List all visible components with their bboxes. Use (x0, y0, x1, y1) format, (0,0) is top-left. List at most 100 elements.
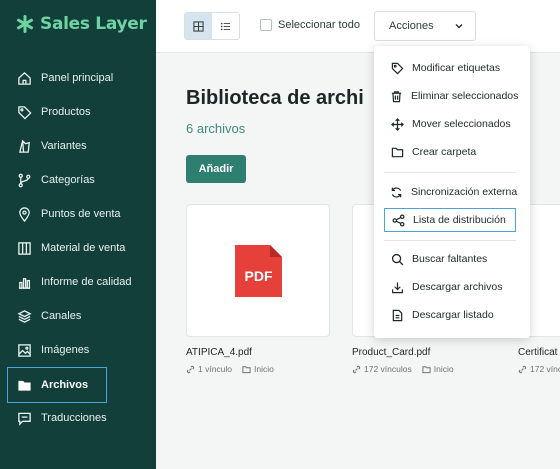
sidebar-item-puntos-de-venta[interactable]: Puntos de venta (8, 197, 121, 231)
sidebar-item-label: Canales (41, 310, 82, 322)
sidebar-item-label: Archivos (41, 379, 89, 391)
columns-icon (16, 240, 33, 257)
asterisk-logo-icon (17, 15, 33, 33)
sidebar-item-panel-principal[interactable]: Panel principal (8, 61, 113, 95)
sidebar-item-label: Material de venta (41, 242, 126, 254)
sidebar-item-informe-de-calidad[interactable]: Informe de calidad (8, 265, 132, 299)
download-icon (390, 280, 404, 294)
menu-item-descargar-archivos[interactable]: Descargar archivos (384, 275, 516, 299)
menu-item-mover-seleccionados[interactable]: Mover seleccionados (384, 112, 516, 136)
file-count: 6 archivos (186, 121, 246, 136)
menu-item-label: Mover seleccionados (412, 118, 511, 130)
menu-item-descargar-listado[interactable]: Descargar listado (384, 303, 516, 327)
move-icon (390, 117, 404, 131)
links-count: 172 vínculos (364, 364, 412, 374)
file-meta: 172 vínculos Inicio (352, 364, 454, 374)
sidebar-item-categorias[interactable]: Categorías (8, 163, 106, 197)
sidebar-item-label: Imágenes (41, 344, 90, 356)
folder-outline-icon (390, 145, 404, 159)
folder-icon (16, 377, 33, 394)
add-button[interactable]: Añadir (186, 155, 246, 183)
page-title: Biblioteca de archi (186, 87, 364, 109)
menu-item-eliminar-seleccionados[interactable]: Eliminar seleccionados (384, 84, 519, 108)
branch-icon (16, 172, 33, 189)
menu-item-sincronizacion-externa[interactable]: Sincronización externa (384, 180, 518, 204)
file-name[interactable]: Product_Card.pdf (352, 347, 430, 358)
actions-menu: Modificar etiquetas Eliminar seleccionad… (374, 46, 530, 338)
variants-icon (16, 138, 33, 155)
home-icon (16, 70, 33, 87)
share-icon (391, 213, 405, 227)
menu-item-crear-carpeta[interactable]: Crear carpeta (384, 140, 516, 164)
actions-dropdown-button[interactable]: Acciones (374, 11, 476, 41)
sidebar-item-imagenes[interactable]: Imágenes (8, 333, 106, 367)
menu-item-lista-de-distribucion[interactable]: Lista de distribución (384, 208, 516, 232)
menu-item-label: Sincronización externa (411, 186, 518, 198)
grid-view-icon (193, 20, 204, 32)
image-icon (16, 342, 33, 359)
location-pin-icon (16, 206, 33, 223)
select-all-label: Seleccionar todo (278, 19, 360, 31)
link-icon (352, 365, 361, 373)
links-info[interactable]: 1 vínculo (186, 364, 232, 374)
file-name[interactable]: Certificat (518, 347, 560, 358)
file-meta: 172 víncu (518, 364, 560, 374)
links-info[interactable]: 172 vínculos (352, 364, 412, 374)
menu-item-label: Lista de distribución (413, 214, 506, 226)
search-icon (390, 252, 404, 266)
chevron-down-icon (455, 23, 463, 29)
tag-edit-icon (390, 61, 404, 75)
chat-icon (16, 410, 33, 427)
sidebar-item-label: Informe de calidad (41, 276, 132, 288)
pdf-file-icon: PDF (235, 245, 282, 297)
folder-outline-icon (242, 365, 251, 373)
sidebar-item-productos[interactable]: Productos (8, 95, 106, 129)
brand-logo[interactable]: Sales Layer (16, 13, 147, 35)
menu-divider (384, 172, 516, 173)
sidebar-item-label: Productos (41, 106, 91, 118)
menu-item-buscar-faltantes[interactable]: Buscar faltantes (384, 247, 516, 271)
folder-name: Inicio (433, 364, 454, 374)
grid-view-button[interactable] (185, 13, 212, 39)
menu-item-modificar-etiquetas[interactable]: Modificar etiquetas (384, 56, 516, 80)
select-all[interactable]: Seleccionar todo (260, 19, 360, 31)
folder-info[interactable]: Inicio (242, 364, 274, 374)
pdf-badge: PDF (245, 268, 273, 284)
sidebar-item-traducciones[interactable]: Traducciones (8, 401, 107, 435)
menu-item-label: Descargar archivos (412, 281, 503, 293)
menu-item-label: Buscar faltantes (412, 253, 488, 265)
sidebar-item-canales[interactable]: Canales (8, 299, 106, 333)
link-icon (518, 365, 527, 373)
sidebar-item-label: Variantes (41, 140, 87, 152)
folder-name: Inicio (254, 364, 274, 374)
menu-divider (384, 240, 516, 241)
view-toggle (184, 12, 240, 40)
document-icon (390, 308, 404, 322)
link-icon (186, 365, 195, 373)
select-all-checkbox[interactable] (260, 19, 272, 31)
file-card[interactable]: PDF (186, 204, 330, 337)
bar-chart-icon (16, 274, 33, 291)
sidebar-item-variantes[interactable]: Variantes (8, 129, 106, 163)
trash-icon (390, 89, 403, 103)
actions-label: Acciones (389, 20, 434, 32)
list-view-button[interactable] (212, 13, 239, 39)
sync-icon (390, 185, 403, 199)
links-info[interactable]: 172 víncu (518, 364, 560, 374)
sidebar-item-label: Traducciones (41, 412, 107, 424)
menu-item-label: Descargar listado (412, 309, 494, 321)
folder-outline-icon (422, 365, 431, 373)
file-name[interactable]: ATIPICA_4.pdf (186, 347, 252, 358)
sidebar-item-material-de-venta[interactable]: Material de venta (8, 231, 125, 265)
folder-info[interactable]: Inicio (422, 364, 454, 374)
sidebar-item-archivos[interactable]: Archivos (7, 367, 107, 403)
list-view-icon (220, 22, 231, 30)
sidebar-item-label: Puntos de venta (41, 208, 121, 220)
layers-icon (16, 308, 33, 325)
sidebar-item-label: Panel principal (41, 72, 114, 84)
file-meta: 1 vínculo Inicio (186, 364, 274, 374)
tag-icon (16, 104, 33, 121)
links-count: 172 víncu (530, 364, 560, 374)
menu-item-label: Modificar etiquetas (412, 62, 501, 74)
menu-item-label: Eliminar seleccionados (411, 90, 519, 102)
